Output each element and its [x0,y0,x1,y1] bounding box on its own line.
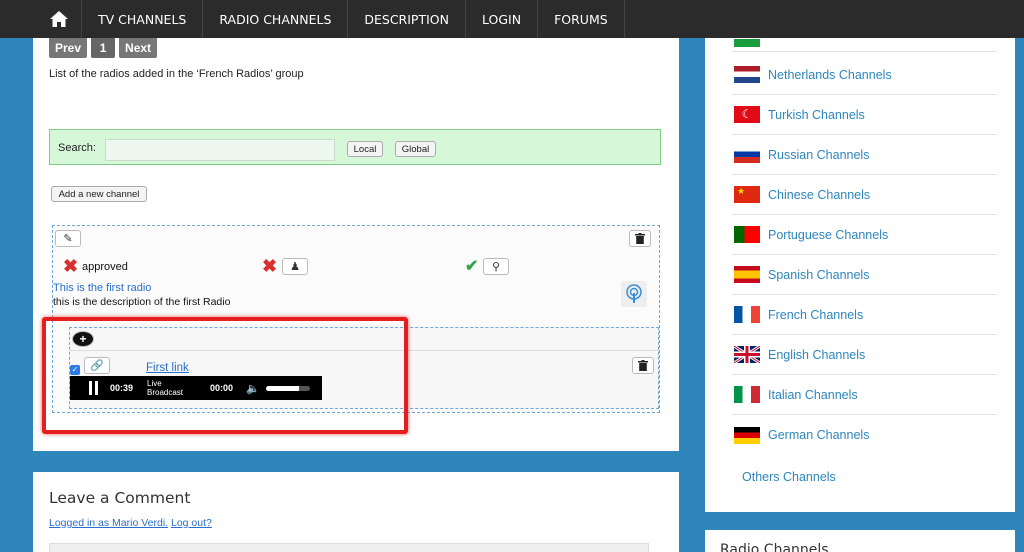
pagination: Prev 1 Next [49,38,158,58]
nav-forums[interactable]: FORUMS [538,0,625,38]
trash-icon [638,360,648,371]
logged-in-text: Logged in as Mario Verdi. Log out? [49,517,212,529]
radio-channels-heading: Radio Channels [720,542,829,552]
highlight-annotation [42,317,408,434]
home-icon [50,11,68,27]
sidebar-item-label: Russian Channels [768,147,870,162]
uk-flag-icon [734,346,760,363]
comment-title: Leave a Comment [49,489,191,507]
china-flag-icon: ★ [734,186,760,203]
delete-link-button[interactable] [632,357,654,374]
global-search-button[interactable]: Global [395,141,436,157]
portugal-flag-icon [734,226,760,243]
review-button[interactable]: ⚲ [483,258,509,275]
next-button[interactable]: Next [119,38,158,58]
comment-panel: Leave a Comment Logged in as Mario Verdi… [33,472,679,552]
edit-radio-button[interactable]: ✎ [55,230,81,247]
search-input[interactable] [105,139,335,161]
users-button[interactable]: ♟ [282,258,308,275]
spain-flag-icon [734,266,760,283]
nav-radio-channels[interactable]: RADIO CHANNELS [203,0,349,38]
sidebar-item-german[interactable]: German Channels [732,415,997,455]
italy-flag-icon [734,386,760,403]
search-box: Search: Local Global [49,129,661,165]
radio-title[interactable]: This is the first radio [53,282,151,294]
france-flag-icon [734,306,760,323]
sidebar-item-label: Turkish Channels [768,107,865,122]
nav-description[interactable]: DESCRIPTION [348,0,466,38]
comment-field[interactable] [49,543,649,552]
sidebar-item-chinese[interactable]: ★ Chinese Channels [732,175,997,215]
sidebar-item-partial[interactable] [732,12,997,52]
sidebar-item-others[interactable]: Others Channels [742,470,836,484]
trash-icon [635,233,645,244]
reject-icon[interactable]: ✖ [63,257,78,275]
approve-check-icon[interactable]: ✔ [465,259,478,275]
nav-login[interactable]: LOGIN [466,0,539,38]
sidebar-item-label: English Channels [768,347,866,362]
group-intro-text: List of the radios added in the ‘French … [49,68,304,80]
sidebar-item-portuguese[interactable]: Portuguese Channels [732,215,997,255]
sidebar-item-turkish[interactable]: ☾ Turkish Channels [732,95,997,135]
netherlands-flag-icon [734,66,760,83]
sidebar: Netherlands Channels ☾ Turkish Channels … [705,38,1015,512]
sidebar-item-french[interactable]: French Channels [732,295,997,335]
edit-icon: ✎ [63,233,73,245]
add-channel-button[interactable]: Add a new channel [51,186,147,202]
page-1-button[interactable]: 1 [91,38,116,58]
russia-flag-icon [734,146,760,163]
sidebar-item-label: Italian Channels [768,387,858,402]
reject-users-icon[interactable]: ✖ [262,257,277,275]
status-label: approved [82,261,128,273]
search-label: Search: [58,142,96,154]
delete-radio-button[interactable] [629,230,651,247]
sidebar-item-label: French Channels [768,307,864,322]
sidebar-item-italian[interactable]: Italian Channels [732,375,997,415]
logged-in-link[interactable]: Logged in as Mario Verdi. [49,517,168,529]
sidebar-item-netherlands[interactable]: Netherlands Channels [732,55,997,95]
sidebar-item-russian[interactable]: Russian Channels [732,135,997,175]
prev-button[interactable]: Prev [49,38,88,58]
sidebar-item-label: Spanish Channels [768,267,870,282]
sidebar-item-spanish[interactable]: Spanish Channels [732,255,997,295]
radio-channels-widget: Radio Channels [705,530,1015,552]
turkey-flag-icon: ☾ [734,106,760,123]
sidebar-item-label: Chinese Channels [768,187,871,202]
logout-link[interactable]: Log out? [171,517,212,529]
magnifier-icon: ⚲ [491,261,501,273]
sidebar-item-english[interactable]: English Channels [732,335,997,375]
sidebar-item-label: Portuguese Channels [768,227,889,242]
nav-tv-channels[interactable]: TV CHANNELS [82,0,204,38]
sidebar-item-label: Netherlands Channels [768,67,892,82]
sidebar-item-label: German Channels [768,428,870,442]
germany-flag-icon [734,426,760,444]
podcast-icon [621,281,647,307]
users-icon: ♟ [290,261,300,273]
home-button[interactable] [37,0,82,38]
local-search-button[interactable]: Local [347,141,383,157]
partial-flag-icon [734,38,760,47]
radio-description: this is the description of the first Rad… [53,296,231,308]
